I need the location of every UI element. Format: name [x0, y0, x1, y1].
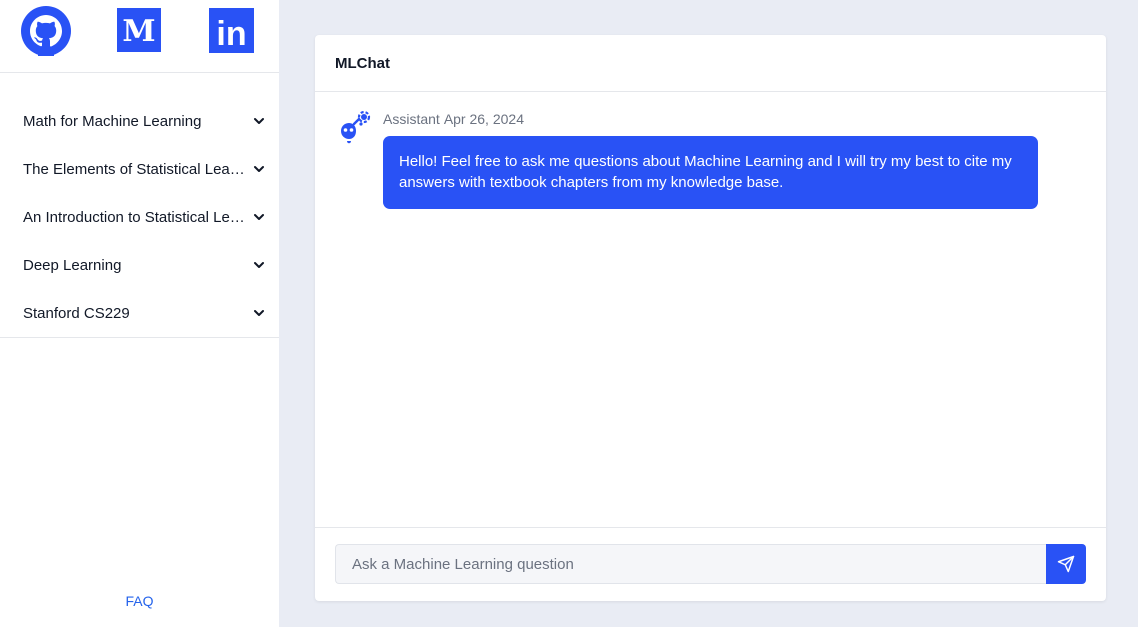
sidebar-item-deep-learning[interactable]: Deep Learning	[0, 241, 279, 289]
sidebar-item-intro-statistical-learning[interactable]: An Introduction to Statistical Learning	[0, 193, 279, 241]
sidebar-item-label: An Introduction to Statistical Learning	[23, 208, 245, 226]
sidebar-item-math-for-ml[interactable]: Math for Machine Learning	[0, 97, 279, 145]
sidebar-item-label: Math for Machine Learning	[23, 112, 202, 130]
github-link[interactable]	[21, 6, 71, 56]
book-list: Math for Machine Learning The Elements o…	[0, 97, 279, 338]
assistant-avatar-icon	[341, 111, 371, 144]
linkedin-link[interactable]: in	[209, 8, 254, 53]
github-icon	[21, 6, 71, 56]
sidebar-item-label: The Elements of Statistical Learning	[23, 160, 245, 178]
chevron-down-icon	[254, 118, 264, 124]
chat-header: MLChat	[315, 35, 1106, 92]
faq-link[interactable]: FAQ	[0, 593, 279, 609]
message-author: Assistant	[383, 111, 440, 127]
medium-icon: M	[117, 8, 161, 52]
sidebar-item-label: Deep Learning	[23, 256, 122, 274]
sidebar: M in Math for Machine Learning The Eleme…	[0, 0, 279, 627]
chevron-down-icon	[254, 262, 264, 268]
linkedin-icon: in	[209, 8, 254, 53]
send-icon	[1057, 555, 1075, 573]
chat-composer	[315, 527, 1106, 601]
medium-link[interactable]: M	[117, 8, 161, 52]
sidebar-item-stanford-cs229[interactable]: Stanford CS229	[0, 289, 279, 337]
message-bubble: Hello! Feel free to ask me questions abo…	[383, 136, 1038, 209]
chat-panel: MLChat Assistant Apr 26, 2024 Hello! Feel…	[315, 35, 1106, 601]
chevron-down-icon	[254, 166, 264, 172]
chevron-down-icon	[254, 214, 264, 220]
send-button[interactable]	[1046, 544, 1086, 584]
chevron-down-icon	[254, 310, 264, 316]
svg-text:M: M	[122, 14, 155, 49]
svg-text:in: in	[216, 15, 246, 53]
message-date: Apr 26, 2024	[443, 111, 524, 127]
chat-title: MLChat	[335, 55, 390, 72]
social-links: M in	[0, 0, 279, 73]
question-input[interactable]	[335, 544, 1047, 584]
message-meta: Assistant Apr 26, 2024	[383, 111, 528, 127]
sidebar-item-label: Stanford CS229	[23, 304, 130, 322]
sidebar-item-elements-of-statistical-learning[interactable]: The Elements of Statistical Learning	[0, 145, 279, 193]
